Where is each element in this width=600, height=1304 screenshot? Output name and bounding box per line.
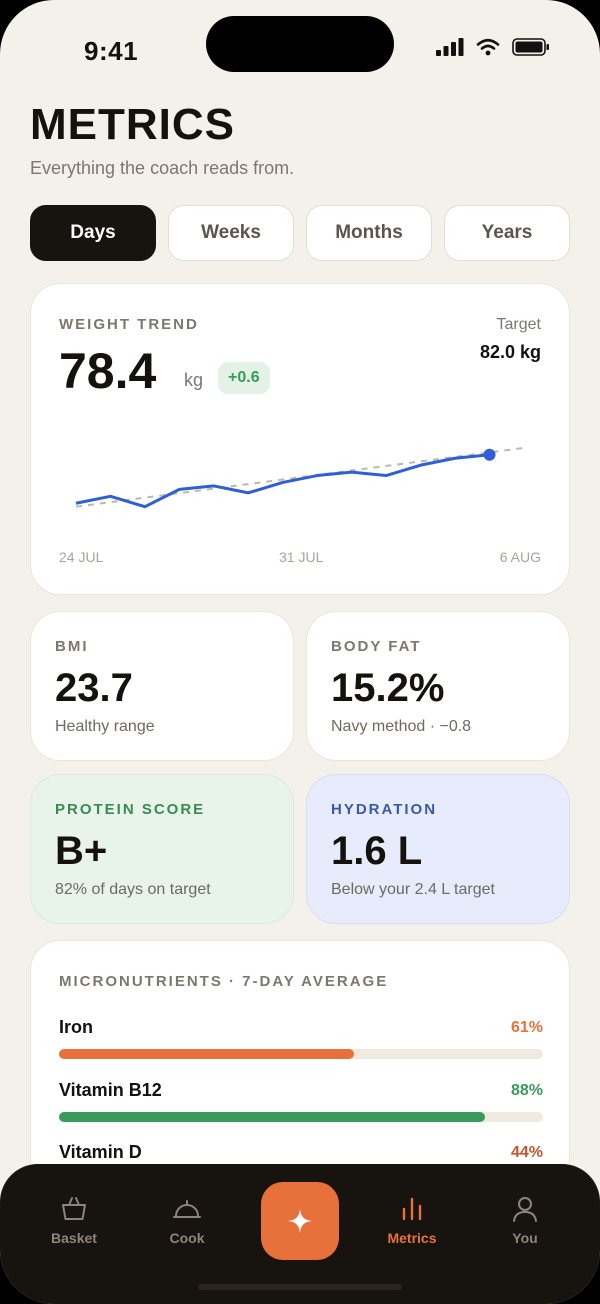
nutrient-bar-track [59,1049,543,1059]
sparkle-icon [288,1209,312,1233]
status-icons [436,38,550,56]
nutrient-bar-track [59,1112,543,1122]
body-fat-value: 15.2% [331,666,445,710]
x-tick-label: 24 JUL [59,549,104,565]
add-fab-button[interactable] [261,1182,339,1260]
nutrient-row-vitamin-d: Vitamin D 44% [59,1142,543,1184]
weight-delta-badge: +0.6 [218,362,270,394]
micronutrients-label: MICRONUTRIENTS · 7-DAY AVERAGE [59,973,389,990]
weight-trend-card[interactable]: WEIGHT TREND 78.4 kg +0.6 Target 82.0 kg… [30,283,570,595]
nav-label: Cook [169,1230,205,1246]
bar-chart-icon [402,1197,422,1221]
nav-label: Metrics [387,1230,437,1246]
nutrient-name: Vitamin B12 [59,1080,162,1100]
nutrient-row-iron: Iron 61% [59,1017,543,1059]
nutrient-pct: 88% [510,1082,543,1099]
signal-icon [436,38,464,56]
tab-years[interactable]: Years [444,205,570,261]
hydration-card[interactable]: HYDRATION 1.6 L Below your 2.4 L target [306,774,570,924]
body-fat-label: BODY FAT [331,638,422,655]
nav-you[interactable]: You [480,1194,570,1246]
nutrient-row-b12: Vitamin B12 88% [59,1080,543,1122]
hydration-sub: Below your 2.4 L target [331,881,495,898]
dynamic-island [206,16,394,72]
nutrient-pct: 61% [510,1019,543,1036]
page-subtitle: Everything the coach reads from. [30,158,295,178]
nutrient-name: Vitamin D [59,1142,142,1162]
tab-days[interactable]: Days [30,205,156,261]
x-tick-label: 31 JUL [279,549,324,565]
hydration-value: 1.6 L [331,829,423,873]
battery-icon [512,38,549,56]
nutrient-bar-fill [59,1049,355,1059]
bmi-label: BMI [55,638,89,655]
period-tabs: Days Weeks Months Years [30,205,570,261]
cloche-icon [173,1200,201,1218]
protein-sub: 82% of days on target [55,881,211,898]
target-value: 82.0 kg [479,342,541,362]
protein-value: B+ [55,829,108,873]
nutrient-bar-fill [59,1112,485,1122]
bmi-value: 23.7 [55,666,133,710]
bmi-card[interactable]: BMI 23.7 Healthy range [30,611,294,761]
hydration-label: HYDRATION [331,801,438,818]
status-time: 9:41 [84,36,139,66]
phone-screen: 9:41 METRICS Everything the coach reads … [0,0,600,1304]
bmi-sub: Healthy range [55,718,155,735]
latest-point [483,448,496,461]
nutrient-name: Iron [59,1017,93,1037]
body-fat-sub: Navy method · −0.8 [331,718,472,735]
weight-trend-label: WEIGHT TREND [59,316,199,333]
nav-basket[interactable]: Basket [29,1194,119,1246]
target-label: Target [496,316,541,333]
home-indicator [198,1284,402,1290]
body-fat-card[interactable]: BODY FAT 15.2% Navy method · −0.8 [306,611,570,761]
x-tick-label: 6 AUG [499,549,541,565]
nav-label: You [512,1230,538,1246]
nav-metrics[interactable]: Metrics [367,1194,457,1246]
tab-weeks[interactable]: Weeks [168,205,294,261]
nutrient-pct: 44% [510,1144,543,1161]
nav-label: Basket [51,1230,97,1246]
tab-months[interactable]: Months [306,205,432,261]
wifi-icon [476,38,500,56]
user-icon [513,1197,537,1222]
protein-label: PROTEIN SCORE [55,801,206,818]
weight-unit: kg [184,370,204,390]
protein-score-card[interactable]: PROTEIN SCORE B+ 82% of days on target [30,774,294,924]
nav-cook[interactable]: Cook [142,1194,232,1246]
bottom-nav: Basket Cook Metrics You [0,1164,600,1304]
page-title: METRICS [30,100,235,149]
basket-icon [62,1197,86,1220]
weight-value: 78.4 [59,343,157,399]
